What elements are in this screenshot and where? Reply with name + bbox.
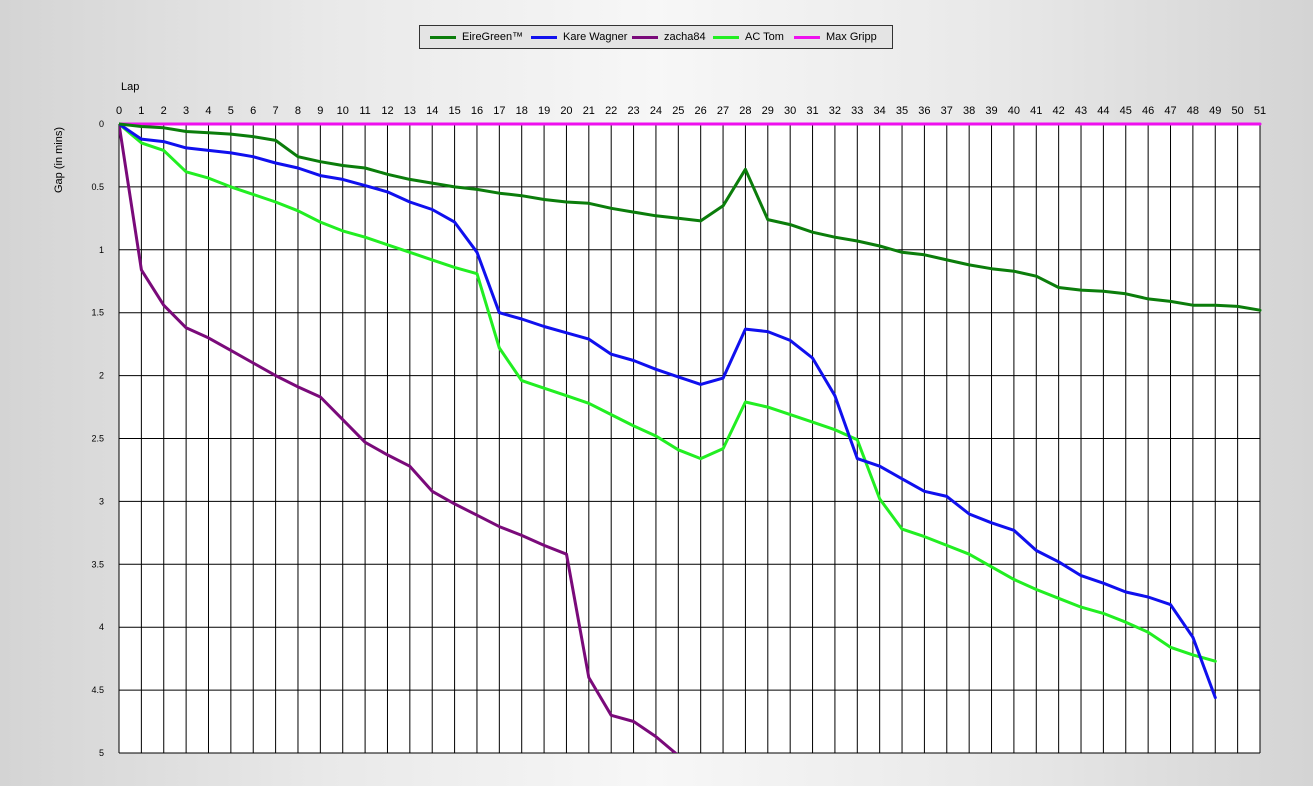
x-tick-label: 40 bbox=[1008, 105, 1020, 117]
x-tick-label: 20 bbox=[560, 105, 572, 117]
x-tick-label: 15 bbox=[448, 105, 460, 117]
legend-item-max-gripp: Max Gripp bbox=[794, 26, 877, 48]
y-tick-label: 0.5 bbox=[91, 182, 104, 192]
legend-label: zacha84 bbox=[664, 31, 706, 43]
x-tick-label: 45 bbox=[1120, 105, 1132, 117]
x-tick-label: 14 bbox=[426, 105, 438, 117]
x-tick-label: 24 bbox=[650, 105, 662, 117]
x-tick-label: 8 bbox=[295, 105, 301, 117]
x-tick-label: 9 bbox=[317, 105, 323, 117]
x-tick-label: 6 bbox=[250, 105, 256, 117]
y-tick-label: 3 bbox=[99, 496, 104, 506]
legend-swatch bbox=[794, 35, 820, 39]
legend-label: Kare Wagner bbox=[563, 31, 628, 43]
x-tick-label: 39 bbox=[985, 105, 997, 117]
legend-item-zacha84: zacha84 bbox=[632, 26, 706, 48]
x-tick-label: 31 bbox=[806, 105, 818, 117]
legend-swatch bbox=[632, 35, 658, 39]
legend: EireGreen™ Kare Wagner zacha84 AC Tom Ma… bbox=[419, 25, 893, 49]
y-tick-label: 4.5 bbox=[91, 685, 104, 695]
x-tick-label: 17 bbox=[493, 105, 505, 117]
legend-label: AC Tom bbox=[745, 31, 784, 43]
x-tick-label: 35 bbox=[896, 105, 908, 117]
y-tick-label: 3.5 bbox=[91, 559, 104, 569]
x-tick-label: 23 bbox=[627, 105, 639, 117]
x-tick-label: 34 bbox=[874, 105, 886, 117]
x-tick-label: 26 bbox=[695, 105, 707, 117]
gap-chart: 0 1 2 3 4 5 6 7 8 9 10 11 12 13 14 15 16 17 18 19 20 21 22 23 24… bbox=[53, 81, 1266, 758]
y-tick-label: 0 bbox=[99, 119, 104, 129]
y-tick-label: 5 bbox=[99, 748, 104, 758]
x-tick-label: 11 bbox=[359, 105, 370, 117]
x-tick-label: 37 bbox=[941, 105, 953, 117]
y-tick-labels: 0 0.5 1 1.5 2 2.5 3 3.5 4 4.5 5 bbox=[91, 119, 104, 758]
x-tick-label: 16 bbox=[471, 105, 483, 117]
x-tick-label: 44 bbox=[1097, 105, 1109, 117]
x-tick-label: 5 bbox=[228, 105, 234, 117]
x-tick-label: 46 bbox=[1142, 105, 1154, 117]
x-tick-label: 29 bbox=[762, 105, 774, 117]
x-tick-label: 36 bbox=[918, 105, 930, 117]
x-tick-label: 42 bbox=[1053, 105, 1065, 117]
x-tick-label: 28 bbox=[739, 105, 751, 117]
x-tick-label: 33 bbox=[851, 105, 863, 117]
x-tick-label: 47 bbox=[1164, 105, 1176, 117]
x-tick-label: 50 bbox=[1232, 105, 1244, 117]
legend-item-kare-wagner: Kare Wagner bbox=[531, 26, 627, 48]
legend-label: Max Gripp bbox=[826, 31, 877, 43]
y-tick-label: 4 bbox=[99, 622, 104, 632]
x-tick-label: 3 bbox=[183, 105, 189, 117]
x-tick-label: 18 bbox=[516, 105, 528, 117]
x-tick-label: 43 bbox=[1075, 105, 1087, 117]
x-tick-label: 0 bbox=[116, 105, 122, 117]
legend-item-ac-tom: AC Tom bbox=[713, 26, 784, 48]
x-tick-label: 12 bbox=[381, 105, 393, 117]
legend-label: EireGreen™ bbox=[462, 31, 524, 43]
x-tick-label: 22 bbox=[605, 105, 617, 117]
x-tick-label: 27 bbox=[717, 105, 729, 117]
legend-swatch bbox=[531, 35, 557, 39]
x-tick-label: 1 bbox=[138, 105, 144, 117]
x-tick-label: 19 bbox=[538, 105, 550, 117]
x-tick-label: 21 bbox=[583, 105, 595, 117]
x-tick-labels: 0 1 2 3 4 5 6 7 8 9 10 11 12 13 14 15 16 17 18 19 20 21 22 23 24… bbox=[116, 105, 1266, 117]
y-tick-label: 1 bbox=[99, 245, 104, 255]
x-tick-label: 10 bbox=[337, 105, 349, 117]
legend-swatch bbox=[713, 35, 739, 39]
legend-swatch bbox=[430, 35, 456, 39]
x-tick-label: 49 bbox=[1209, 105, 1221, 117]
x-axis-label: Lap bbox=[121, 81, 139, 93]
x-tick-label: 7 bbox=[273, 105, 279, 117]
y-tick-label: 2 bbox=[99, 371, 104, 381]
x-tick-label: 25 bbox=[672, 105, 684, 117]
y-tick-label: 1.5 bbox=[91, 308, 104, 318]
y-axis-label: Gap (in mins) bbox=[53, 127, 65, 193]
x-tick-label: 38 bbox=[963, 105, 975, 117]
legend-item-eiregreen: EireGreen™ bbox=[430, 26, 523, 48]
y-tick-label: 2.5 bbox=[91, 434, 104, 444]
x-tick-label: 41 bbox=[1030, 105, 1042, 117]
x-tick-label: 4 bbox=[205, 105, 211, 117]
x-tick-label: 48 bbox=[1187, 105, 1199, 117]
x-tick-label: 13 bbox=[404, 105, 416, 117]
x-tick-label: 32 bbox=[829, 105, 841, 117]
x-tick-label: 51 bbox=[1254, 105, 1266, 117]
x-tick-label: 2 bbox=[161, 105, 167, 117]
x-tick-label: 30 bbox=[784, 105, 796, 117]
